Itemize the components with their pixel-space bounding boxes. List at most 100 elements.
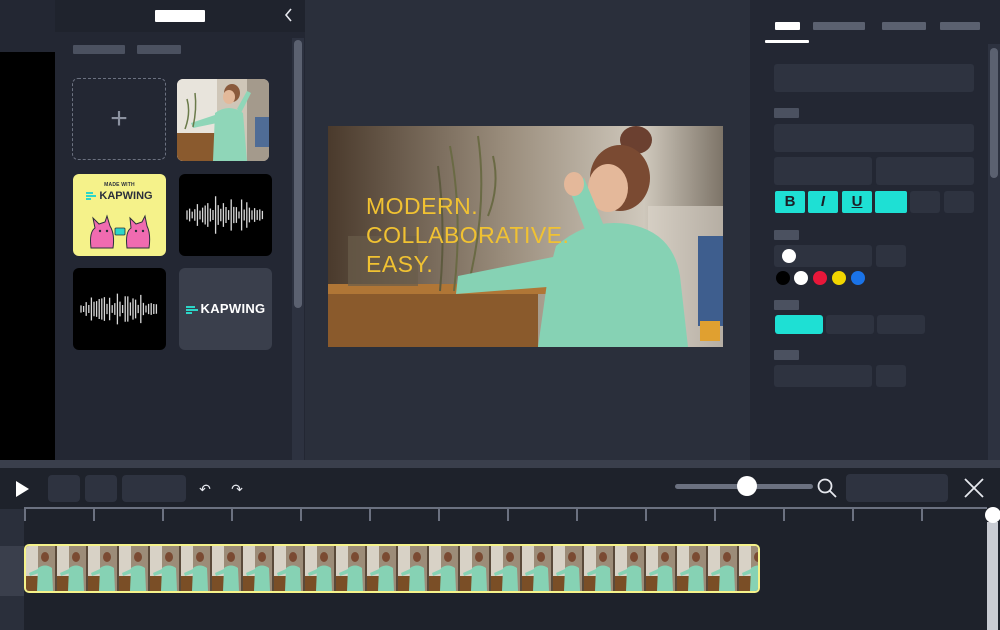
ruler-tick xyxy=(438,509,440,521)
zoom-slider-knob[interactable] xyxy=(737,476,757,496)
video-clip[interactable] xyxy=(24,544,760,593)
assets-panel-header xyxy=(55,0,305,32)
close-icon[interactable] xyxy=(962,476,986,500)
tab-edit[interactable] xyxy=(775,22,800,30)
background-option-2[interactable] xyxy=(826,315,874,334)
redo-icon[interactable]: ↷ xyxy=(228,480,246,498)
text-content-field[interactable] xyxy=(774,64,974,92)
background-option-1[interactable] xyxy=(775,315,823,334)
ruler-tick xyxy=(24,509,26,521)
audio-waveform-icon xyxy=(186,196,264,234)
kapwing-logo-tile[interactable]: KAPWING xyxy=(179,268,272,350)
made-with-kapwing-tile[interactable]: MADE WITH KAPWING xyxy=(73,174,166,256)
clip-frame xyxy=(584,546,615,591)
playhead-line xyxy=(987,522,998,630)
waveform-tile-1[interactable] xyxy=(179,174,272,256)
play-icon[interactable] xyxy=(12,478,32,500)
assets-panel-title xyxy=(155,10,205,22)
font-weight-select[interactable] xyxy=(876,157,974,185)
color-swatch-red[interactable] xyxy=(813,271,827,285)
clip-frame xyxy=(243,546,274,591)
clip-frame xyxy=(522,546,553,591)
ruler-tick xyxy=(852,509,854,521)
timeline-ruler[interactable] xyxy=(24,507,987,509)
clip-frame xyxy=(26,546,57,591)
ruler-tick xyxy=(93,509,95,521)
pink-cats-illustration xyxy=(90,214,151,249)
clip-frame xyxy=(615,546,646,591)
assets-tab-1[interactable] xyxy=(73,45,125,54)
color-swatch-blue[interactable] xyxy=(851,271,865,285)
position-label xyxy=(774,350,799,360)
speed-button[interactable] xyxy=(122,475,186,502)
kapwing-logo-wordmark: KAPWING xyxy=(179,301,272,316)
girl-video-tile[interactable] xyxy=(177,79,269,161)
split-button[interactable] xyxy=(48,475,80,502)
clip-frame xyxy=(398,546,429,591)
assets-scrollbar-thumb[interactable] xyxy=(294,40,302,308)
background-option-3[interactable] xyxy=(877,315,925,334)
font-size-field[interactable] xyxy=(774,157,872,185)
plus-icon: + xyxy=(110,102,128,135)
kapwing-sticker-text: KAPWING xyxy=(99,190,153,202)
clip-frame xyxy=(119,546,150,591)
position-field[interactable] xyxy=(774,365,872,387)
ruler-tick xyxy=(576,509,578,521)
bold-button[interactable]: B xyxy=(775,191,805,213)
playhead-handle[interactable] xyxy=(985,507,1000,523)
kapwing-logo-icon xyxy=(86,191,97,201)
video-thumbnail-image xyxy=(177,79,269,161)
align-center-button[interactable] xyxy=(910,191,940,213)
clip-frame xyxy=(336,546,367,591)
clip-frame xyxy=(739,546,758,591)
audio-waveform-icon xyxy=(80,293,158,325)
tab-animate[interactable] xyxy=(940,22,980,30)
upload-tile[interactable]: + xyxy=(72,78,166,160)
color-swatch-black[interactable] xyxy=(776,271,790,285)
assets-panel: + MADE WITH KAPWING KAPWING xyxy=(55,0,305,460)
color-label xyxy=(774,230,799,240)
selected-color-swatch xyxy=(782,249,796,263)
duplicate-button[interactable] xyxy=(85,475,117,502)
overlay-line-3: EASY. xyxy=(366,251,434,277)
clip-frame xyxy=(677,546,708,591)
kapwing-logo-icon xyxy=(185,305,198,315)
undo-icon[interactable]: ↶ xyxy=(196,480,214,498)
clip-frame xyxy=(305,546,336,591)
ruler-tick xyxy=(300,509,302,521)
color-swatch-white[interactable] xyxy=(794,271,808,285)
clip-frame xyxy=(212,546,243,591)
ruler-tick xyxy=(162,509,164,521)
track-handle[interactable] xyxy=(0,546,24,596)
clip-frame xyxy=(460,546,491,591)
tab-effects[interactable] xyxy=(813,22,865,30)
underline-button[interactable]: U xyxy=(842,191,872,213)
properties-scrollbar-thumb[interactable] xyxy=(990,48,998,178)
clip-frame xyxy=(553,546,584,591)
clip-frame xyxy=(708,546,739,591)
tab-adjust[interactable] xyxy=(882,22,926,30)
clip-frame xyxy=(57,546,88,591)
align-left-button[interactable] xyxy=(875,191,907,213)
font-family-select[interactable] xyxy=(774,124,974,152)
clip-filmstrip xyxy=(26,546,758,591)
italic-button[interactable]: I xyxy=(808,191,838,213)
color-swatch-yellow[interactable] xyxy=(832,271,846,285)
kapwing-sticker-wordmark: KAPWING xyxy=(73,190,166,202)
zoom-search-icon[interactable] xyxy=(816,477,838,499)
overlay-line-1: MODERN. xyxy=(366,193,479,219)
ruler-tick xyxy=(783,509,785,521)
assets-tab-2[interactable] xyxy=(137,45,181,54)
color-picker-button[interactable] xyxy=(876,245,906,267)
position-button[interactable] xyxy=(876,365,906,387)
timeline-resize-handle[interactable] xyxy=(0,460,1000,468)
overlay-text-block[interactable]: MODERN. COLLABORATIVE. EASY. xyxy=(366,192,569,279)
clip-frame xyxy=(150,546,181,591)
ruler-tick xyxy=(231,509,233,521)
video-preview[interactable]: MODERN. COLLABORATIVE. EASY. xyxy=(328,126,723,347)
left-strip-header xyxy=(0,0,55,52)
chevron-left-icon[interactable] xyxy=(280,6,298,26)
waveform-tile-2[interactable] xyxy=(73,268,166,350)
timeline-options-field[interactable] xyxy=(846,474,948,502)
align-right-button[interactable] xyxy=(944,191,974,213)
